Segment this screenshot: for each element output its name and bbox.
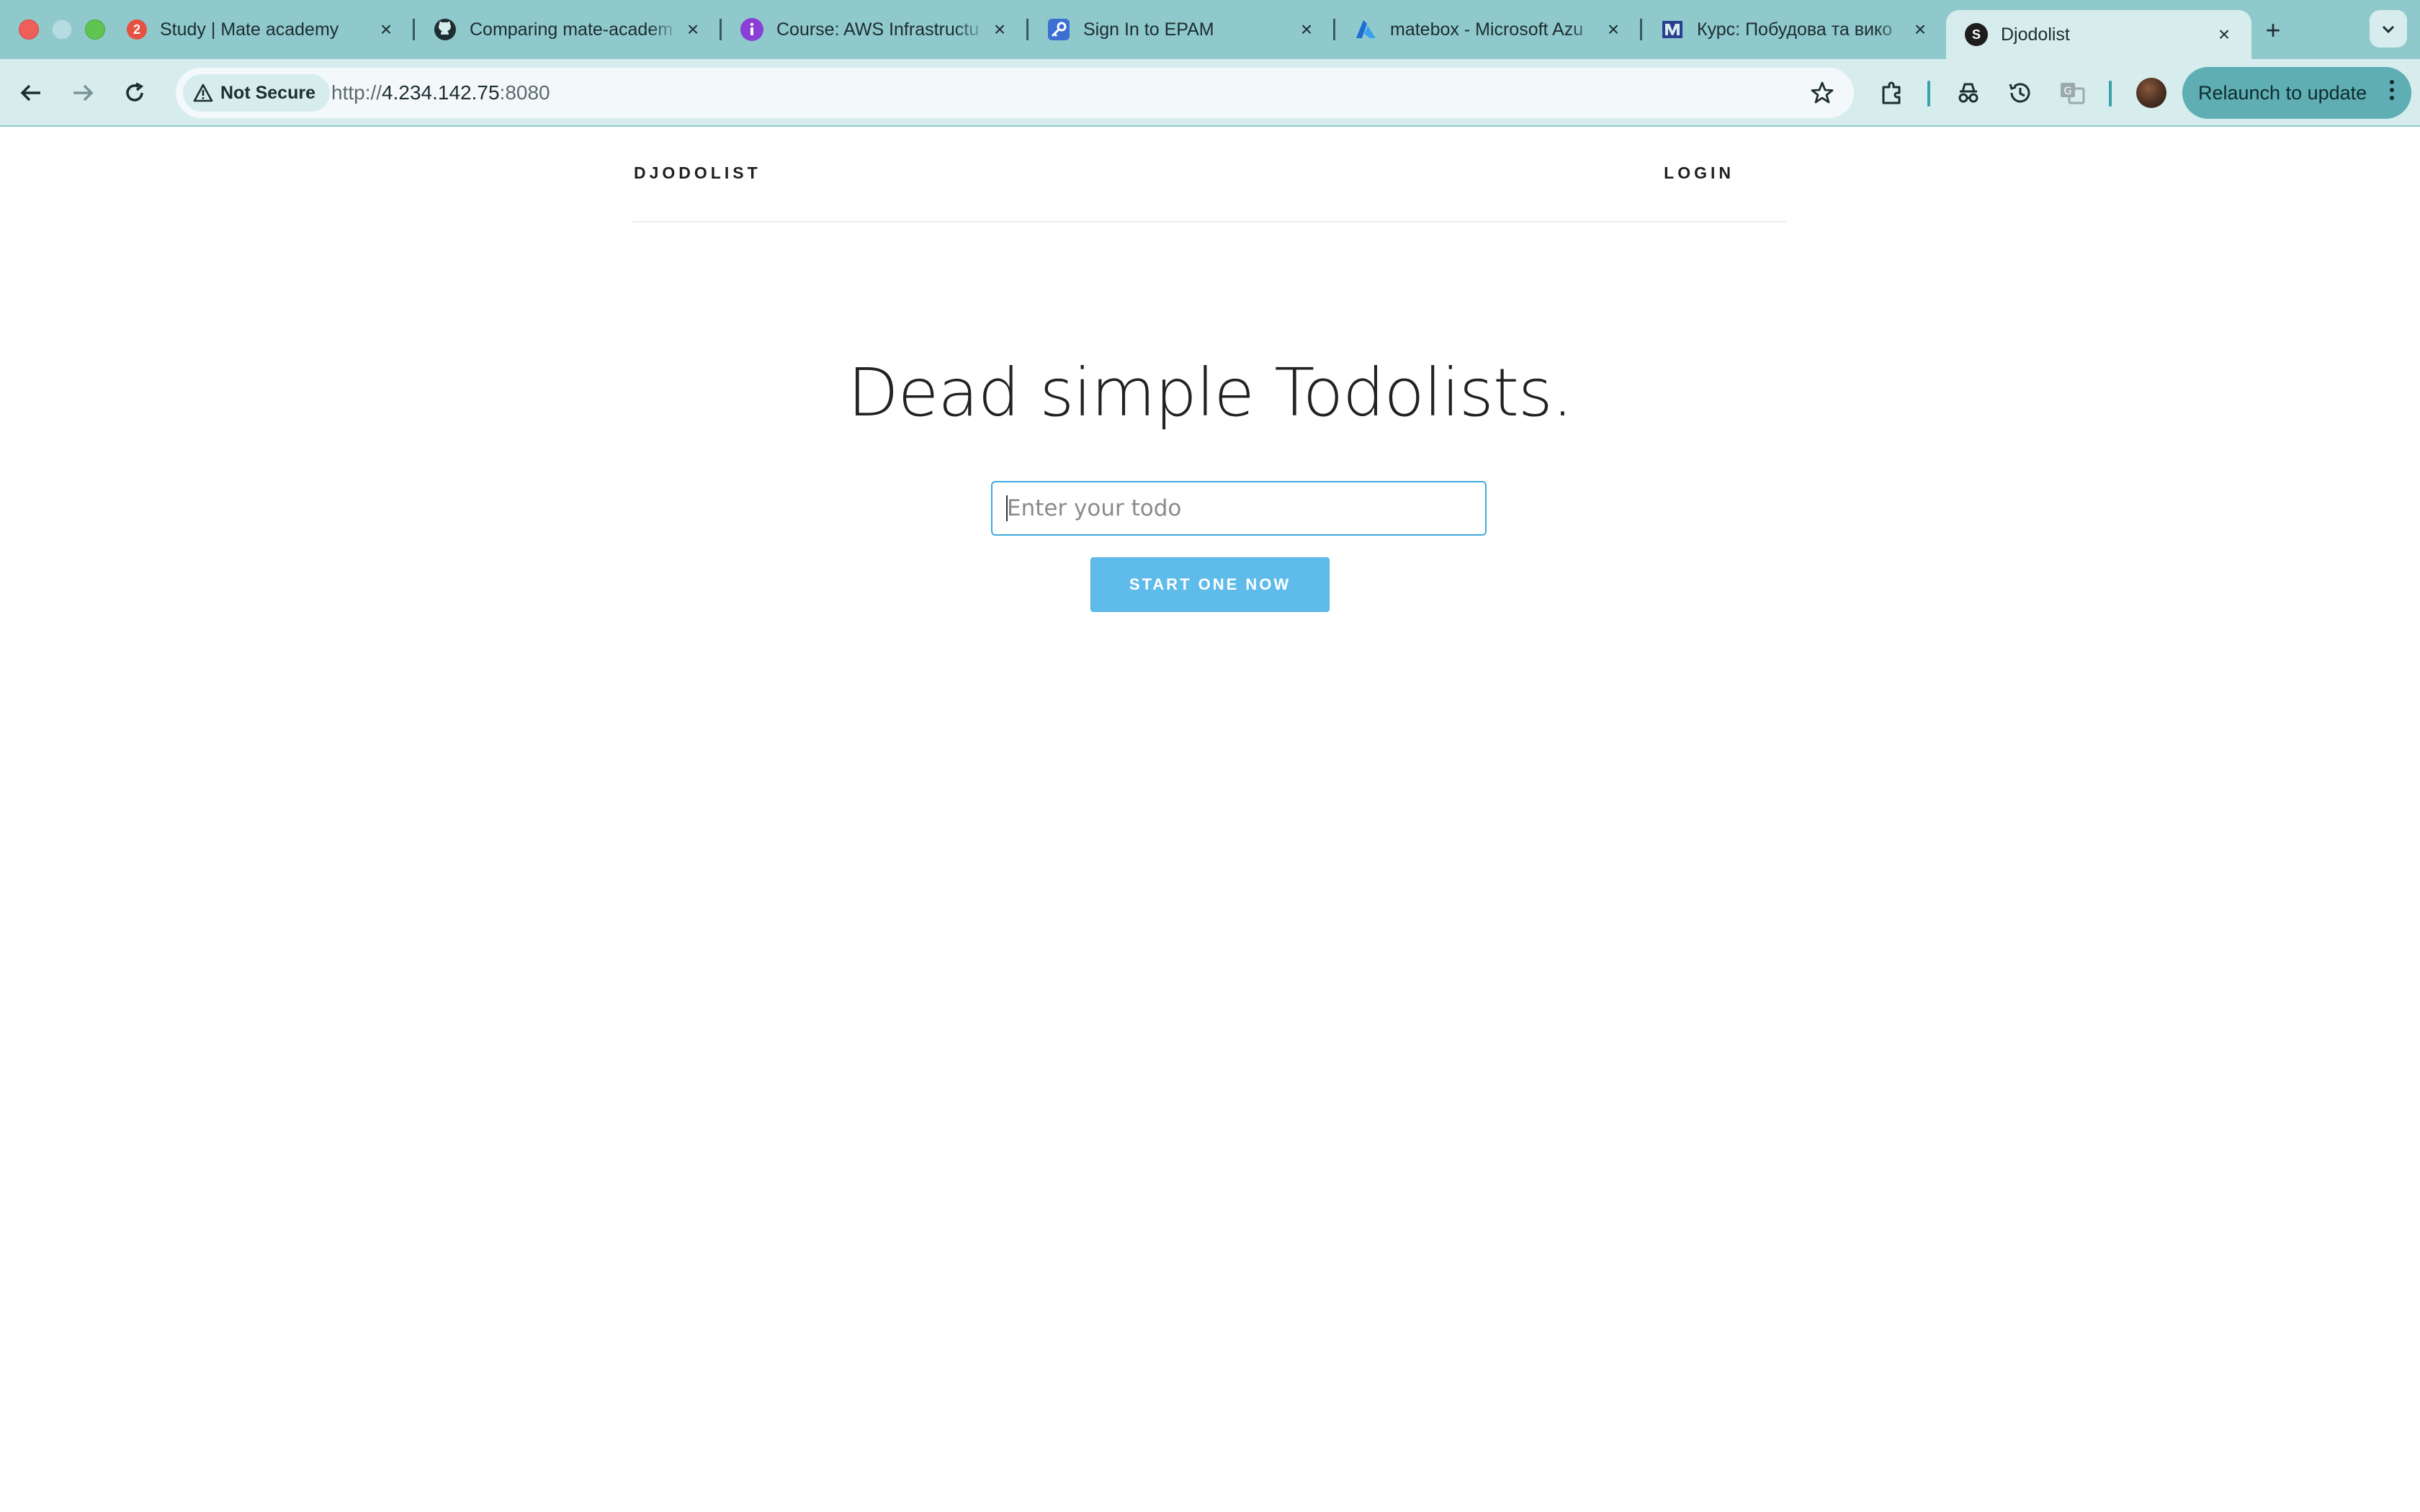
reload-icon [126, 82, 144, 102]
course-logo-icon [1661, 18, 1684, 41]
mate-academy-badge-icon: 2 [127, 19, 147, 40]
warning-icon [193, 84, 213, 102]
course-info-icon [740, 18, 763, 41]
reload-button[interactable] [117, 75, 153, 111]
url-scheme: http:// [331, 81, 382, 104]
close-tab-icon[interactable]: × [373, 17, 399, 42]
tab-study-mate-academy[interactable]: 2 Study | Mate academy × [108, 10, 415, 49]
github-icon [434, 18, 457, 41]
back-button[interactable] [13, 75, 49, 111]
tab-title: Course: AWS Infrastructu [776, 19, 980, 40]
brand-link[interactable]: DJODOLIST [634, 163, 761, 183]
close-tab-icon[interactable]: × [1294, 17, 1319, 42]
key-icon [1047, 18, 1070, 41]
site-info-button[interactable]: Not Secure [183, 74, 330, 112]
azure-icon [1354, 18, 1377, 41]
incognito-icon [1958, 83, 1978, 103]
close-tab-icon[interactable]: × [1600, 17, 1626, 42]
tab-comparing-mate-academ[interactable]: Comparing mate-academ × [415, 10, 722, 49]
tab-title: Sign In to EPAM [1083, 19, 1214, 40]
arrow-left-icon [20, 84, 40, 102]
relaunch-label: Relaunch to update [2198, 81, 2367, 104]
start-one-now-button[interactable]: START ONE NOW [1090, 557, 1330, 612]
todo-input[interactable] [991, 481, 1487, 536]
arrow-right-icon [73, 84, 94, 102]
address-bar[interactable]: Not Secure http://4.234.142.75:8080 [176, 68, 1854, 118]
tab-search-button[interactable] [2370, 10, 2407, 48]
tab-title: Study | Mate academy [160, 19, 339, 40]
relaunch-button[interactable]: Relaunch to update [2182, 67, 2411, 119]
chevron-down-icon [2382, 25, 2395, 34]
close-window-button[interactable] [19, 19, 39, 40]
url-host: 4.234.142.75 [382, 81, 500, 104]
history-icon [2009, 83, 2030, 103]
maximize-window-button[interactable] [85, 19, 105, 40]
security-label: Not Secure [220, 82, 315, 103]
close-tab-icon[interactable]: × [987, 17, 1013, 42]
close-tab-icon[interactable]: × [680, 17, 706, 42]
s-icon: S [1965, 23, 1988, 46]
translate-button[interactable]: G [2056, 76, 2089, 109]
incognito-extension-button[interactable] [1952, 76, 1985, 109]
tab-title: Djodolist [2001, 24, 2070, 45]
tab-title: matebox - Microsoft Azu [1390, 19, 1584, 40]
bookmark-star-button[interactable] [1809, 80, 1835, 106]
svg-text:G: G [2064, 86, 2072, 97]
minimize-window-button[interactable] [52, 19, 72, 40]
extensions-button[interactable] [1876, 76, 1909, 109]
site-navbar: DJODOLIST LOGIN [632, 127, 1786, 222]
toolbar-separator [2109, 81, 2112, 107]
page-title: Dead simple Todolists. [847, 354, 1573, 431]
login-link[interactable]: LOGIN [1664, 163, 1734, 183]
toolbar-separator [1927, 81, 1930, 107]
star-icon [1811, 81, 1834, 104]
forward-button[interactable] [65, 75, 101, 111]
tab-sign-in-to-epam[interactable]: Sign In to EPAM × [1028, 10, 1335, 49]
browser-toolbar: Not Secure http://4.234.142.75:8080 G Re… [0, 59, 2420, 127]
page-content: DJODOLIST LOGIN [0, 127, 2420, 1512]
url-port: :8080 [499, 81, 550, 104]
new-tab-button[interactable]: + [2257, 14, 2289, 46]
puzzle-icon [1882, 81, 1901, 104]
url-text[interactable]: http://4.234.142.75:8080 [331, 68, 550, 118]
history-button[interactable] [2004, 76, 2037, 109]
tab-course-aws-infrastructure[interactable]: Course: AWS Infrastructu × [722, 10, 1028, 49]
tab-kurs-pobudova[interactable]: Курс: Побудова та вико × [1642, 10, 1948, 49]
more-menu-icon[interactable] [2390, 80, 2396, 104]
tab-title: Comparing mate-academ [470, 19, 673, 40]
text-caret [1006, 495, 1008, 521]
close-tab-icon[interactable]: × [1907, 17, 1933, 42]
profile-avatar[interactable] [2136, 78, 2166, 108]
tab-matebox-microsoft-azure[interactable]: matebox - Microsoft Azu × [1335, 10, 1642, 49]
tab-djodolist[interactable]: S Djodolist × [1946, 10, 2251, 59]
translate-icon: G [2061, 83, 2085, 104]
tab-strip: 2 Study | Mate academy × Comparing mate-… [0, 0, 2420, 59]
tab-title: Курс: Побудова та вико [1697, 19, 1893, 40]
close-tab-icon[interactable]: × [2211, 22, 2237, 48]
